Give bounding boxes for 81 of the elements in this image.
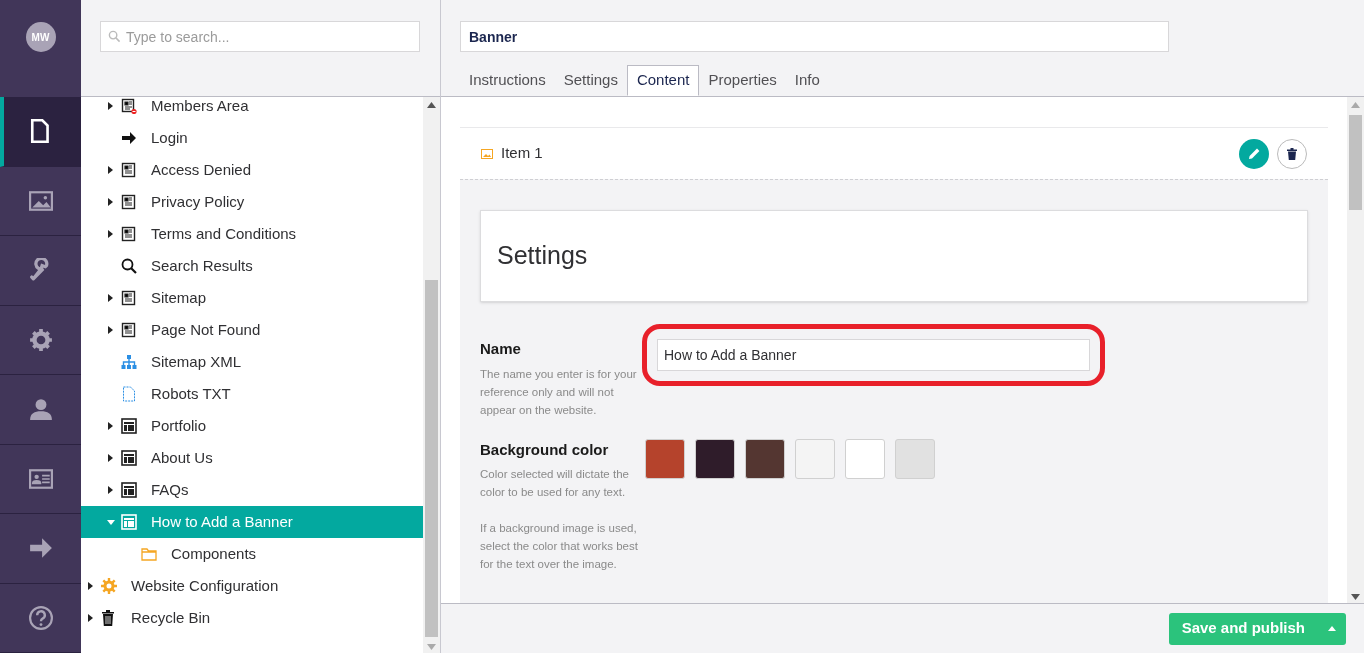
caret-right-icon (107, 422, 115, 430)
gear-icon (28, 327, 53, 352)
page-icon (121, 322, 137, 338)
search-icon (121, 258, 137, 274)
page-icon (121, 194, 137, 210)
person-icon (28, 397, 53, 422)
layout-icon (121, 418, 137, 434)
item-title[interactable]: Item 1 (501, 142, 543, 165)
folder-icon (141, 546, 157, 562)
caret-right-icon (87, 614, 95, 622)
caret-down-icon (107, 518, 115, 526)
search-field[interactable]: Type to search... (100, 21, 420, 52)
tree-item[interactable]: Components (81, 538, 423, 570)
id-card-icon (28, 466, 53, 491)
scroll-down-icon[interactable] (1351, 594, 1360, 600)
scroll-up-icon[interactable] (427, 102, 436, 108)
color-swatch[interactable] (745, 438, 785, 479)
help-icon (28, 605, 53, 630)
tree-item[interactable]: Recycle Bin (81, 602, 423, 634)
help-text: Color selected will dictate the color to be used for any text. (480, 467, 630, 500)
caret-right-icon (87, 582, 95, 590)
layout-icon (121, 450, 137, 466)
delete-button[interactable] (1277, 138, 1307, 169)
image-icon (481, 148, 493, 159)
tree-item[interactable]: FAQs (81, 474, 423, 506)
color-swatch[interactable] (895, 438, 935, 479)
tab[interactable]: Properties (699, 65, 786, 96)
tree-item[interactable]: About Us (81, 442, 423, 474)
caret-right-icon (107, 102, 115, 110)
tree-item[interactable]: Website Configuration (81, 570, 423, 602)
scrollbar-thumb[interactable] (425, 280, 438, 637)
arrow-icon (121, 130, 137, 146)
caret-right-icon (107, 198, 115, 206)
help-text: If a background image is used, select the color that works best for the text over the image. (480, 521, 639, 572)
search-icon (108, 30, 121, 43)
tree-item[interactable]: Search Results (81, 250, 423, 282)
color-swatch[interactable] (845, 438, 885, 479)
page-icon (121, 290, 137, 306)
tree-item[interactable]: Login (81, 122, 423, 154)
tree-item[interactable]: Sitemap (81, 282, 423, 314)
section-title: Settings (497, 240, 588, 272)
tree-item[interactable]: Privacy Policy (81, 186, 423, 218)
tree-item[interactable]: Page Not Found (81, 314, 423, 346)
tab[interactable]: Settings (554, 65, 627, 96)
gear-icon (101, 578, 117, 594)
page-icon (121, 226, 137, 242)
tab[interactable]: Content (626, 65, 700, 96)
color-swatch[interactable] (645, 438, 685, 479)
scrollbar-thumb[interactable] (1349, 115, 1362, 210)
field-label: Name (480, 339, 522, 359)
nav-content-button[interactable] (0, 97, 81, 167)
tab[interactable]: Instructions (460, 65, 555, 96)
tree-item[interactable]: Portfolio (81, 410, 423, 442)
tree-item[interactable]: Access Denied (81, 154, 423, 186)
text-field[interactable]: How to Add a Banner (657, 339, 1090, 371)
sitemap-icon (121, 354, 137, 370)
help-text: The name you enter is for your reference only and will not appear on the website. (480, 366, 638, 418)
page-icon (121, 162, 137, 178)
trash-icon (101, 610, 117, 626)
image-icon (28, 188, 53, 213)
caret-right-icon (107, 230, 115, 238)
layout-icon (121, 514, 137, 530)
caret-right-icon (107, 326, 115, 334)
name-field[interactable]: Banner (460, 21, 1169, 52)
tab[interactable]: Info (785, 65, 829, 96)
trash-icon (1287, 147, 1297, 160)
tree-item[interactable]: Members Area (81, 97, 423, 122)
caret-right-icon (107, 454, 115, 462)
tree-item[interactable]: Terms and Conditions (81, 218, 423, 250)
layout-icon (121, 482, 137, 498)
field-label: Background color (480, 439, 610, 460)
caret-right-icon (107, 486, 115, 494)
file-icon (121, 386, 137, 402)
tree-item[interactable]: Robots TXT (81, 378, 423, 410)
caret-right-icon (107, 294, 115, 302)
color-swatch[interactable] (795, 438, 835, 479)
pencil-icon (1247, 147, 1261, 160)
edit-button[interactable] (1239, 138, 1269, 169)
color-swatch[interactable] (695, 438, 735, 479)
caret-right-icon (107, 166, 115, 174)
tree-item[interactable]: Sitemap XML (81, 346, 423, 378)
